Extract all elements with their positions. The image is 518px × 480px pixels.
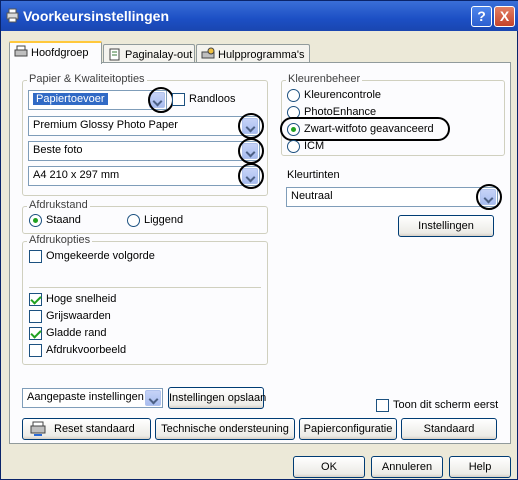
color-control-label: Kleurencontrole [304,89,382,101]
orientation-legend: Afdrukstand [27,199,90,211]
grayscale-label: Grijswaarden [46,310,111,322]
preferences-dialog: Voorkeursinstellingen ? X Hoofdgroep Pag… [0,0,518,480]
print-options-legend: Afdrukopties [27,234,93,246]
highlight-circle [148,87,174,113]
paper-size-value: A4 210 x 297 mm [33,169,120,181]
smooth-edge-label: Gladde rand [46,327,107,339]
icm-label: ICM [304,140,325,152]
window-title: Voorkeursinstellingen [23,8,169,24]
preset-value: Aangepaste instellingen [27,391,144,403]
print-preview-label: Afdrukvoorbeeld [46,344,127,356]
highlight-circle [476,184,502,210]
paper-config-button[interactable]: Papierconfiguratie [299,418,397,440]
reset-defaults-label: Reset standaard [54,423,135,435]
tab-panel-hoofdgroep: Papier & Kwaliteitopties Papiertoevoer R… [9,62,511,444]
highlight-circle [238,113,264,139]
paper-size-select[interactable]: A4 210 x 297 mm [28,166,260,186]
color-settings-button[interactable]: Instellingen [398,215,494,237]
show-screen-first-checkbox[interactable] [376,399,389,412]
high-speed-label: Hoge snelheid [46,293,117,305]
icm-radio[interactable] [287,140,300,153]
landscape-label: Liggend [144,214,184,226]
help-title-button[interactable]: ? [471,6,492,27]
tone-value: Neutraal [291,190,333,202]
chevron-down-icon[interactable] [145,390,161,406]
standard-button[interactable]: Standaard [401,418,497,440]
high-speed-checkbox[interactable] [29,293,42,306]
tone-label: Kleurtinten [287,169,340,181]
color-control-radio[interactable] [287,89,300,102]
portrait-radio[interactable] [29,214,42,227]
tab-label: Hulpprogramma's [218,49,305,61]
quality-select[interactable]: Beste foto [28,141,260,161]
tone-select[interactable]: Neutraal [286,187,498,207]
landscape-radio[interactable] [127,214,140,227]
quality-value: Beste foto [33,144,83,156]
paper-quality-legend: Papier & Kwaliteitopties [27,73,147,85]
show-screen-first-label: Toon dit scherm eerst [393,399,499,411]
printer-icon [6,8,19,23]
options-divider [29,287,261,288]
grayscale-checkbox[interactable] [29,310,42,323]
media-type-value: Premium Glossy Photo Paper [33,119,178,131]
tech-support-button[interactable]: Technische ondersteuning [155,418,295,440]
ok-button[interactable]: OK [293,456,365,478]
save-settings-button[interactable]: Instellingen opslaan [168,387,266,409]
tab-label: Paginalay-out [125,49,193,61]
printer-settings-icon [14,45,28,57]
tab-label: Hoofdgroep [31,47,89,59]
reset-icon [30,421,46,436]
tab-hoofdgroep[interactable]: Hoofdgroep [9,41,102,64]
reset-defaults-button[interactable]: Reset standaard [22,418,151,440]
tab-hulpprogrammas[interactable]: Hulpprogramma's [196,44,310,64]
cancel-button[interactable]: Annuleren [371,456,443,478]
paper-source-select[interactable]: Papiertoevoer [28,90,167,110]
media-type-select[interactable]: Premium Glossy Photo Paper [28,116,260,136]
utility-icon [201,47,215,59]
page-layout-icon [109,48,120,61]
title-bar[interactable]: Voorkeursinstellingen ? X [1,1,518,31]
portrait-label: Staand [46,214,81,226]
print-preview-checkbox[interactable] [29,344,42,357]
highlight-oval [280,117,450,141]
borderless-checkbox[interactable] [172,93,185,106]
preset-select[interactable]: Aangepaste instellingen [22,388,163,408]
highlight-circle [238,163,264,189]
smooth-edge-checkbox[interactable] [29,327,42,340]
highlight-circle [238,138,264,164]
paper-source-value: Papiertoevoer [33,93,108,105]
help-button[interactable]: Help [449,456,511,478]
close-button[interactable]: X [494,6,515,27]
borderless-label: Randloos [189,93,236,105]
tab-paginalay-out[interactable]: Paginalay-out [103,44,195,64]
reverse-order-label: Omgekeerde volgorde [46,250,155,262]
reverse-order-checkbox[interactable] [29,250,42,263]
color-management-legend: Kleurenbeheer [286,73,363,85]
